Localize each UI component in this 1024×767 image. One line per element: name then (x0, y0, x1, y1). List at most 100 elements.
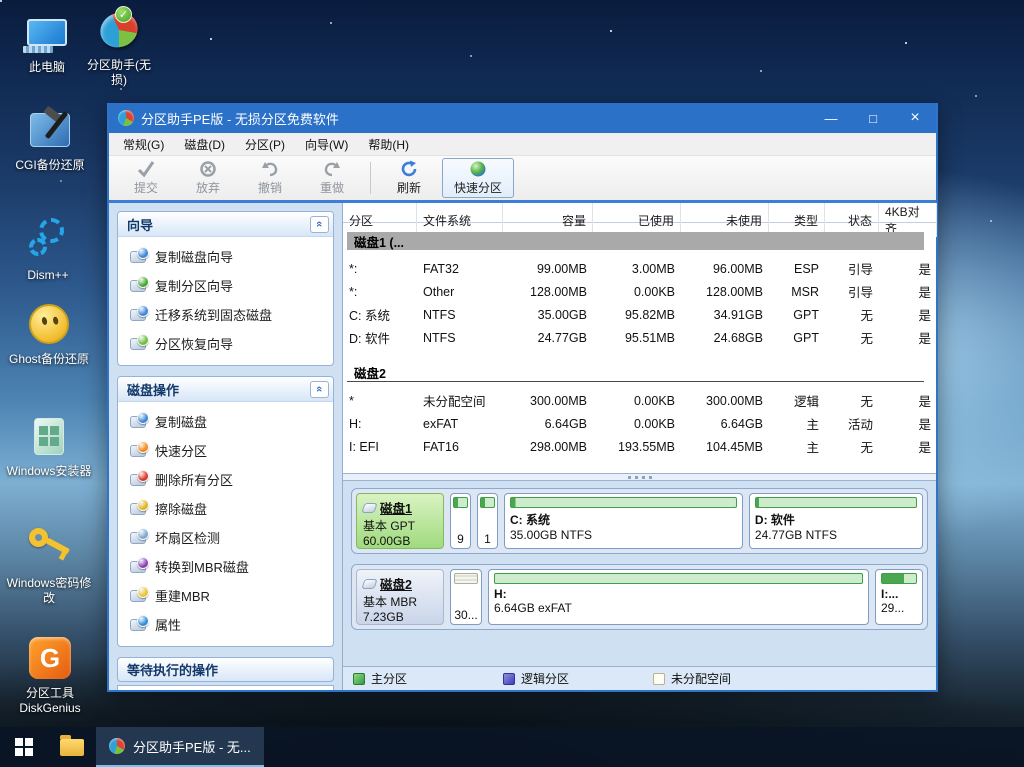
sidebar-item-partition-recovery-wizard[interactable]: 分区恢复向导 (118, 329, 333, 358)
disk2-group-header[interactable]: 磁盘2 (347, 364, 924, 382)
disk-operations-header[interactable]: 磁盘操作 « (118, 377, 333, 402)
desktop-icon-this-pc[interactable]: 此电脑 (10, 8, 84, 75)
splitter-handle[interactable] (343, 473, 936, 481)
partition-block-c[interactable]: C: 系统 35.00GB NTFS (504, 493, 743, 549)
disk2-panel: 磁盘2 基本 MBR 7.23GB 30... H: 6.64GB exFAT (351, 564, 928, 630)
usage-bar (494, 573, 863, 584)
disk-icon (361, 579, 377, 589)
usage-bar (755, 497, 917, 508)
usage-bar (453, 497, 468, 508)
key-icon (25, 524, 73, 572)
discard-button[interactable]: 放弃 (179, 158, 237, 198)
bad-sector-check-icon (130, 532, 146, 544)
windows-installer-icon (34, 412, 64, 460)
quick-partition-button[interactable]: 快速分区 (442, 158, 514, 198)
partition-block-unallocated[interactable]: 30... (450, 569, 482, 625)
start-button[interactable] (0, 727, 48, 767)
wizard-section-header[interactable]: 向导 « (118, 212, 333, 237)
wipe-disk-icon (130, 503, 146, 515)
disk1-label[interactable]: 磁盘1 基本 GPT 60.00GB (356, 493, 444, 549)
taskbar-task-partition-assistant[interactable]: 分区助手PE版 - 无... (96, 727, 264, 767)
table-row[interactable]: *未分配空间300.00MB0.00KB300.00MB逻辑无是 (343, 389, 936, 412)
disk-operations-section: 磁盘操作 « 复制磁盘 快速分区 删除所有分区 擦除磁盘 坏扇区检测 转换到MB… (117, 376, 334, 647)
legend-unallocated: 未分配空间 (653, 670, 803, 687)
sidebar-item-copy-partition-wizard[interactable]: 复制分区向导 (118, 271, 333, 300)
minimize-button[interactable]: — (810, 103, 852, 133)
partition-block-esp[interactable]: 9 (450, 493, 471, 549)
toolbar-separator (370, 162, 371, 194)
desktop-icon-ghost-backup[interactable]: Ghost备份还原 (6, 300, 92, 367)
close-button[interactable]: × (894, 103, 936, 133)
wizard-section: 向导 « 复制磁盘向导 复制分区向导 迁移系统到固态磁盘 分区恢复向导 (117, 211, 334, 366)
desktop-icon-windows-password[interactable]: Windows密码修改 (6, 524, 92, 606)
sidebar-item-quick-partition[interactable]: 快速分区 (118, 436, 333, 465)
migrate-os-icon (130, 309, 146, 321)
sidebar-item-bad-sector-check[interactable]: 坏扇区检测 (118, 523, 333, 552)
quick-partition-icon (468, 160, 488, 178)
copy-disk-icon (130, 416, 146, 428)
disk-icon (361, 503, 377, 513)
menu-general[interactable]: 常规(G) (113, 133, 174, 156)
partition-block-i[interactable]: I:... 29... (875, 569, 923, 625)
partition-assistant-icon: ✓ (100, 6, 138, 54)
sidebar-item-convert-to-mbr[interactable]: 转换到MBR磁盘 (118, 552, 333, 581)
desktop-icon-diskgenius[interactable]: G 分区工具DiskGenius (2, 634, 98, 716)
table-row[interactable]: *:Other128.00MB0.00KB128.00MBMSR引导是 (343, 280, 936, 303)
toolbar: 提交 放弃 撤销 重做 刷新 快 (109, 156, 936, 200)
undo-button[interactable]: 撤销 (241, 158, 299, 198)
desktop-icon-dism[interactable]: Dism++ (8, 216, 88, 283)
taskbar: 分区助手PE版 - 无... (0, 727, 1024, 767)
menu-help[interactable]: 帮助(H) (358, 133, 419, 156)
gears-icon (25, 216, 71, 264)
pending-operations-header[interactable]: 等待执行的操作 (117, 657, 334, 682)
sidebar-item-wipe-disk[interactable]: 擦除磁盘 (118, 494, 333, 523)
sidebar-item-delete-all-partitions[interactable]: 删除所有分区 (118, 465, 333, 494)
sidebar-item-properties[interactable]: 属性 (118, 610, 333, 639)
convert-to-mbr-icon (130, 561, 146, 573)
sidebar-item-migrate-os-to-ssd[interactable]: 迁移系统到固态磁盘 (118, 300, 333, 329)
refresh-button[interactable]: 刷新 (380, 158, 438, 198)
menu-disk[interactable]: 磁盘(D) (174, 133, 235, 156)
legend-logical-partition: 逻辑分区 (503, 670, 653, 687)
file-explorer-button[interactable] (48, 727, 96, 767)
menu-wizard[interactable]: 向导(W) (295, 133, 358, 156)
partition-block-d[interactable]: D: 软件 24.77GB NTFS (749, 493, 923, 549)
desktop-icon-windows-installer[interactable]: Windows安装器 (6, 412, 92, 479)
rebuild-mbr-icon (130, 590, 146, 602)
partition-assistant-window: 分区助手PE版 - 无损分区免费软件 — □ × 常规(G) 磁盘(D) 分区(… (107, 103, 938, 692)
table-row[interactable]: H:exFAT6.64GB0.00KB6.64GB主活动是 (343, 412, 936, 435)
table-row[interactable]: D: 软件NTFS24.77GB95.51MB24.68GBGPT无是 (343, 326, 936, 349)
desktop-icon-cgi-backup[interactable]: CGI备份还原 (2, 106, 98, 173)
diskgenius-icon: G (29, 634, 71, 682)
usage-bar (480, 497, 495, 508)
disk1-group-header[interactable]: 磁盘1 (... (347, 232, 924, 250)
delete-all-partitions-icon (130, 474, 146, 486)
pending-operations-list[interactable] (117, 685, 334, 690)
disk-map-area: 磁盘1 基本 GPT 60.00GB 9 1 (343, 481, 936, 666)
properties-info-icon (130, 619, 146, 631)
table-row[interactable]: *:FAT3299.00MB3.00MB96.00MBESP引导是 (343, 257, 936, 280)
unallocated-swatch (653, 673, 665, 685)
maximize-button[interactable]: □ (852, 103, 894, 133)
table-header: 分区 文件系统 容量 已使用 未使用 类型 状态 4KB对齐 (343, 203, 936, 223)
sidebar-item-copy-disk[interactable]: 复制磁盘 (118, 407, 333, 436)
titlebar[interactable]: 分区助手PE版 - 无损分区免费软件 — □ × (109, 103, 936, 133)
partition-block-msr[interactable]: 1 (477, 493, 498, 549)
redo-button[interactable]: 重做 (303, 158, 361, 198)
app-icon (109, 738, 125, 754)
collapse-icon[interactable]: « (310, 381, 329, 398)
disk2-label[interactable]: 磁盘2 基本 MBR 7.23GB (356, 569, 444, 625)
table-row[interactable]: C: 系统NTFS35.00GB95.82MB34.91GBGPT无是 (343, 303, 936, 326)
desktop-icon-partition-assistant[interactable]: ✓ 分区助手(无损) (82, 6, 156, 88)
sidebar-item-rebuild-mbr[interactable]: 重建MBR (118, 581, 333, 610)
table-row[interactable]: I: EFIFAT16298.00MB193.55MB104.45MB主无是 (343, 435, 936, 458)
partition-table: 磁盘1 (... *:FAT3299.00MB3.00MB96.00MBESP引… (343, 223, 936, 473)
commit-button[interactable]: 提交 (117, 158, 175, 198)
redo-icon (322, 160, 342, 178)
menu-partition[interactable]: 分区(P) (235, 133, 295, 156)
legend-primary-partition: 主分区 (353, 670, 503, 687)
usage-bar (881, 573, 917, 584)
collapse-icon[interactable]: « (310, 216, 329, 233)
sidebar-item-copy-disk-wizard[interactable]: 复制磁盘向导 (118, 242, 333, 271)
partition-block-h[interactable]: H: 6.64GB exFAT (488, 569, 869, 625)
